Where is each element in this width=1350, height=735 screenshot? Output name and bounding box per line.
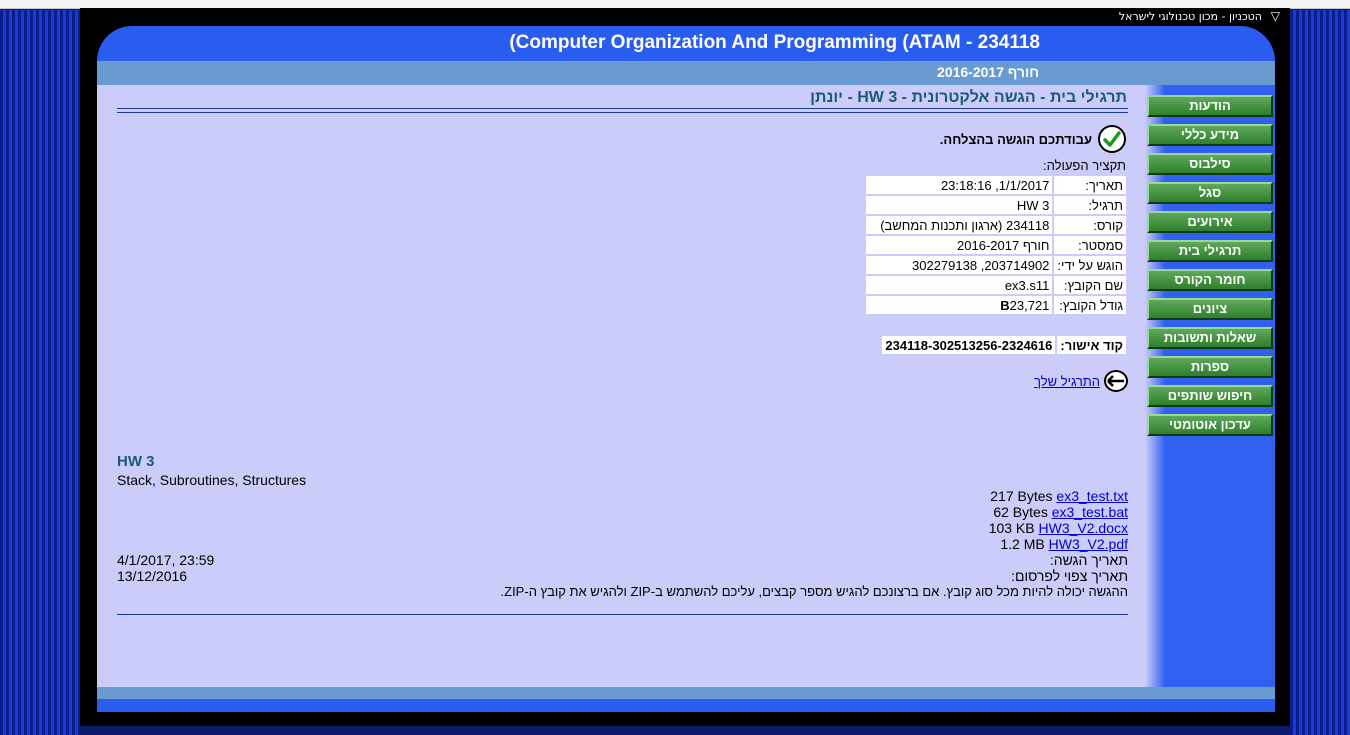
course-header: (Computer Organization And Programming (… (97, 26, 1275, 61)
nav-general-info[interactable]: מידע כללי (1147, 124, 1273, 146)
nav-grades[interactable]: ציונים (1147, 298, 1273, 320)
detail-value: חורף 2016-2017 (866, 236, 1053, 254)
left-striped-background (0, 10, 80, 735)
detail-value: HW 3 (866, 196, 1053, 214)
table-row: שם הקובץ: ex3.s11 (866, 276, 1126, 294)
nav-auto-update[interactable]: עדכון אוטומטי (1147, 414, 1273, 436)
detail-label: שם הקובץ: (1054, 276, 1126, 294)
detail-value: 234118 (ארגון ותכנות המחשב) (866, 216, 1053, 234)
detail-value: 203714902, 302279138 (866, 256, 1053, 274)
success-message: עבודתכם הוגשה בהצלחה. (939, 131, 1092, 147)
footer-bar (97, 687, 1275, 699)
your-exercise-link[interactable]: התרגיל שלך (1034, 374, 1100, 389)
publish-date-value: 13/12/2016 (117, 568, 188, 584)
detail-label: תאריך: (1054, 176, 1126, 194)
file-size-number: 23,721 (1009, 297, 1050, 313)
approval-code: 234118-302513256-2324616 (882, 336, 1056, 354)
publish-date-row: תאריך צפוי לפרסום: 13/12/2016 (117, 568, 1128, 584)
file-size: 62 Bytes (993, 504, 1048, 520)
list-item: 62 Bytes ex3_test.bat (989, 504, 1128, 520)
due-date-label: תאריך הגשה: (1049, 552, 1128, 568)
table-row: סמסטר: חורף 2016-2017 (866, 236, 1126, 254)
list-item: 1.2 MB HW3_V2.pdf (989, 536, 1128, 552)
summary-label: תקציר הפעולה: (1043, 158, 1126, 173)
semester-bar: חורף 2016-2017 (97, 61, 1275, 85)
publish-date-label: תאריך צפוי לפרסום: (1011, 568, 1128, 584)
table-row: קורס: 234118 (ארגון ותכנות המחשב) (866, 216, 1126, 234)
due-date-value: 4/1/2017, 23:59 (117, 552, 215, 568)
detail-label: קורס: (1054, 216, 1126, 234)
approval-label: קוד אישור: (1057, 336, 1126, 354)
success-message-row: עבודתכם הוגשה בהצלחה. (940, 125, 1126, 153)
file-link[interactable]: HW3_V2.pdf (1049, 536, 1128, 552)
heading-divider (117, 108, 1128, 113)
nav-announcements[interactable]: הודעות (1147, 95, 1273, 117)
file-link[interactable]: ex3_test.txt (1056, 488, 1128, 504)
file-size: 103 KB (988, 520, 1035, 536)
nav-homework[interactable]: תרגילי בית (1147, 240, 1273, 262)
table-row: גודל הקובץ: B23,721 (866, 296, 1126, 314)
your-exercise-row: התרגיל שלך (1034, 370, 1128, 392)
detail-label: הוגש על ידי: (1054, 256, 1126, 274)
approval-table: קוד אישור: 234118-302513256-2324616 (880, 334, 1128, 356)
file-size-unit: B (1000, 297, 1010, 313)
list-item: 103 KB HW3_V2.docx (989, 520, 1128, 536)
nav-faq[interactable]: שאלות ותשובות (1147, 327, 1273, 349)
homework-description: Stack, Subroutines, Structures (117, 472, 307, 488)
nav-find-partners[interactable]: חיפוש שותפים (1147, 385, 1273, 407)
list-item: 217 Bytes ex3_test.txt (989, 488, 1128, 504)
file-link[interactable]: HW3_V2.docx (1039, 520, 1128, 536)
course-title: (Computer Organization And Programming (… (509, 32, 1040, 53)
submission-note: ההגשה יכולה להיות מכל סוג קובץ. אם ברצונ… (500, 584, 1129, 599)
technion-name: הטכניון - מכון טכנולוגי לישראל (1118, 9, 1262, 23)
nav-events[interactable]: אירועים (1147, 211, 1273, 233)
nav-staff[interactable]: סגל (1147, 182, 1273, 204)
table-row: תרגיל: HW 3 (866, 196, 1126, 214)
nav-course-material[interactable]: חומר הקורס (1147, 269, 1273, 291)
table-row: תאריך: 1/1/2017, 23:18:16 (866, 176, 1126, 194)
technion-link[interactable]: ▽ הטכניון - מכון טכנולוגי לישראל (1119, 9, 1280, 23)
submission-details-table: תאריך: 1/1/2017, 23:18:16 תרגיל: HW 3 קו… (864, 174, 1128, 316)
nav-literature[interactable]: ספרות (1147, 356, 1273, 378)
due-date-row: תאריך הגשה: 4/1/2017, 23:59 (117, 552, 1128, 568)
technion-logo-icon: ▽ (1270, 9, 1280, 23)
right-striped-background (1290, 10, 1350, 735)
semester-label: חורף 2016-2017 (937, 64, 1039, 80)
detail-label: סמסטר: (1054, 236, 1126, 254)
file-link[interactable]: ex3_test.bat (1052, 504, 1128, 520)
file-size: 1.2 MB (1000, 536, 1045, 552)
detail-value: ex3.s11 (866, 276, 1053, 294)
nav-syllabus[interactable]: סילבוס (1147, 153, 1273, 175)
detail-label: תרגיל: (1054, 196, 1126, 214)
table-row: קוד אישור: 234118-302513256-2324616 (882, 336, 1126, 354)
file-size-value: B23,721 (866, 296, 1053, 314)
back-arrow-icon[interactable] (1104, 370, 1128, 392)
detail-label: גודל הקובץ: (1054, 296, 1126, 314)
technion-topbar: ▽ הטכניון - מכון טכנולוגי לישראל (80, 8, 1290, 26)
table-row: הוגש על ידי: 203714902, 302279138 (866, 256, 1126, 274)
detail-value: 1/1/2017, 23:18:16 (866, 176, 1053, 194)
footer-bar-bottom (97, 699, 1275, 712)
bottom-divider (117, 614, 1128, 615)
file-size: 217 Bytes (990, 488, 1053, 504)
homework-title: HW 3 (117, 453, 155, 470)
checkmark-icon (1098, 125, 1126, 153)
page-title: תרגילי בית - הגשה אלקטרונית - HW 3 - יונ… (810, 89, 1127, 106)
file-list: 217 Bytes ex3_test.txt 62 Bytes ex3_test… (989, 488, 1128, 552)
